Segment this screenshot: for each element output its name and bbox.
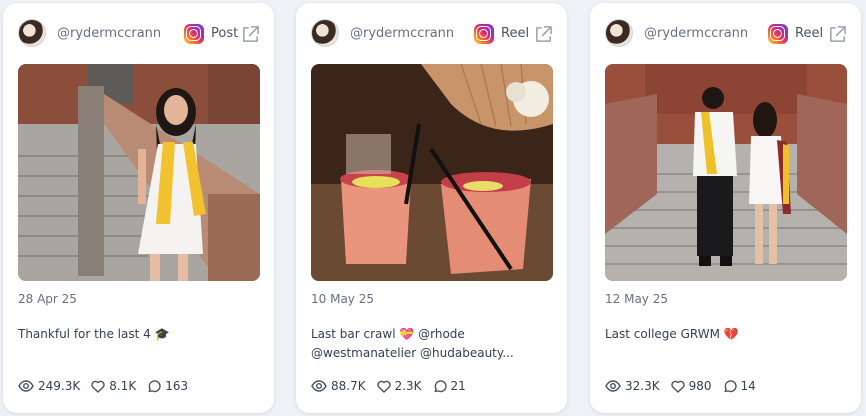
heart-icon — [91, 380, 105, 393]
post-caption: Thankful for the last 4 🎓 — [18, 325, 262, 344]
card-header: @rydermccrann Reel — [605, 19, 847, 49]
post-card[interactable]: @rydermccrann Reel — [296, 3, 567, 413]
post-date: 12 May 25 — [605, 292, 668, 306]
caption-line: @westmanatelier @hudabeauty... — [311, 346, 514, 360]
post-card[interactable]: @rydermccrann Post 28 Apr 25 Thankful fo… — [3, 3, 274, 413]
post-card[interactable]: @rydermccrann Reel — [590, 3, 861, 413]
views-stat: 88.7K — [311, 379, 366, 393]
username[interactable]: @rydermccrann — [350, 26, 454, 41]
post-thumbnail[interactable] — [311, 64, 553, 281]
avatar[interactable] — [311, 19, 339, 47]
likes-stat: 8.1K — [91, 379, 136, 393]
views-stat: 32.3K — [605, 379, 660, 393]
instagram-icon — [474, 24, 494, 44]
comment-icon — [434, 379, 447, 392]
username[interactable]: @rydermccrann — [644, 26, 748, 41]
avatar[interactable] — [18, 19, 46, 47]
post-type-label: Reel — [501, 26, 530, 41]
external-link-icon[interactable] — [828, 25, 847, 44]
comments-count: 163 — [165, 379, 189, 393]
post-caption: Last college GRWM 💔 — [605, 325, 849, 344]
caption-line: Thankful for the last 4 🎓 — [18, 327, 170, 341]
post-thumbnail[interactable] — [605, 64, 847, 281]
heart-icon — [376, 380, 391, 393]
avatar[interactable] — [605, 19, 633, 47]
post-stats: 88.7K 2.3K 21 — [311, 379, 477, 393]
card-header: @rydermccrann Reel — [311, 19, 553, 49]
likes-count: 2.3K — [394, 379, 422, 393]
card-header: @rydermccrann Post — [18, 19, 260, 49]
instagram-icon — [768, 24, 788, 44]
comment-icon — [148, 379, 161, 392]
comments-stat: 14 — [723, 379, 756, 393]
post-type-label: Reel — [795, 26, 824, 41]
comment-icon — [724, 379, 737, 392]
username[interactable]: @rydermccrann — [57, 26, 161, 41]
comments-stat: 21 — [433, 379, 466, 393]
comments-count: 21 — [450, 379, 466, 393]
views-count: 88.7K — [331, 379, 366, 393]
views-count: 32.3K — [625, 379, 660, 393]
post-date: 28 Apr 25 — [18, 292, 77, 306]
post-caption: Last bar crawl 💝 @rhode @westmanatelier … — [311, 325, 555, 363]
post-date: 10 May 25 — [311, 292, 374, 306]
likes-count: 980 — [688, 379, 712, 393]
post-stats: 32.3K 980 14 — [605, 379, 767, 393]
external-link-icon[interactable] — [534, 25, 553, 44]
views-stat: 249.3K — [18, 379, 80, 393]
eye-icon — [311, 380, 327, 392]
eye-icon — [605, 380, 621, 392]
caption-line: Last bar crawl 💝 @rhode — [311, 327, 465, 341]
likes-stat: 980 — [670, 379, 712, 393]
post-thumbnail[interactable] — [18, 64, 260, 281]
caption-line: Last college GRWM 💔 — [605, 327, 739, 341]
instagram-icon — [184, 24, 204, 44]
views-count: 249.3K — [38, 379, 81, 393]
eye-icon — [18, 380, 34, 392]
likes-count: 8.1K — [109, 379, 137, 393]
external-link-icon[interactable] — [241, 25, 260, 44]
post-type-label: Post — [211, 26, 239, 41]
comments-stat: 163 — [147, 379, 188, 393]
post-stats: 249.3K 8.1K 163 — [18, 379, 199, 393]
heart-icon — [670, 380, 685, 393]
likes-stat: 2.3K — [376, 379, 422, 393]
comments-count: 14 — [740, 379, 756, 393]
